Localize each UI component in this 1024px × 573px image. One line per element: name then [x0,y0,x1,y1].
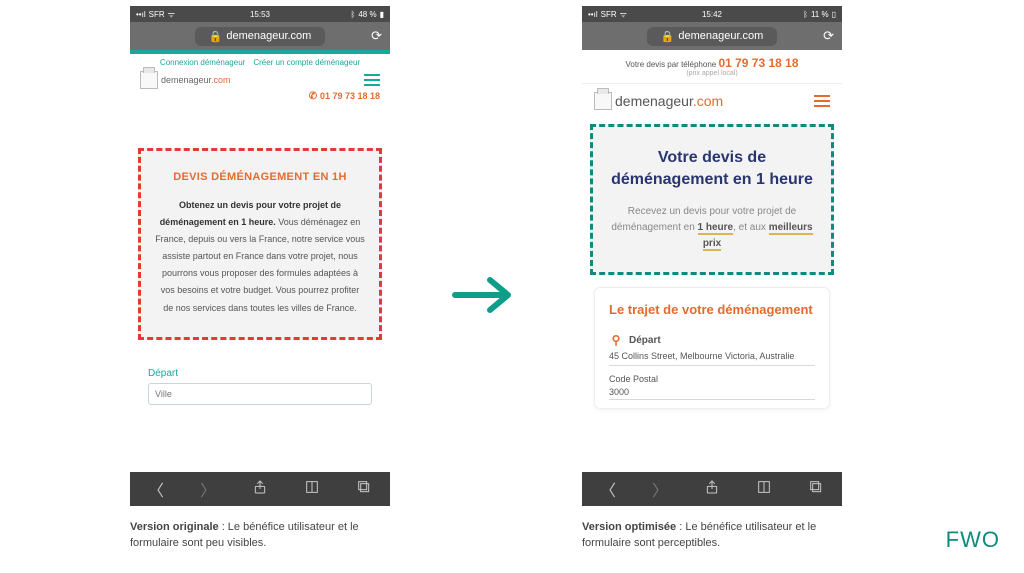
menu-icon[interactable] [364,74,380,86]
signal-icon: ••ıl [136,10,146,19]
departure-form: Départ [130,352,390,405]
signup-link[interactable]: Créer un compte déménageur [253,58,360,67]
carrier: SFR [149,10,165,19]
box-icon [140,71,158,89]
wifi-icon: ᯤ [168,9,175,20]
carrier: SFR [601,10,617,19]
arrow-icon [450,270,520,325]
banner-phone[interactable]: 01 79 73 18 18 [718,56,798,70]
card-title: Le trajet de votre déménagement [609,302,815,319]
depart-label: Départ [148,368,372,379]
forward-icon[interactable]: 〉 [199,477,217,501]
caption-original: Version originale : Le bénéfice utilisat… [130,520,410,552]
login-link[interactable]: Connexion déménageur [160,58,245,67]
battery: 11 % [811,10,829,19]
route-card: Le trajet de votre déménagement ⚲ Départ… [594,287,830,409]
back-icon[interactable]: 〈 [147,477,165,501]
pin-icon: ⚲ [609,333,623,347]
hero-text: Recevez un devis pour votre projet de dé… [609,204,815,252]
clock: 15:53 [206,10,314,19]
phone-original: ••ılSFRᯤ 15:53 ᛒ48 %▮ 🔒demenageur.com ⟳ … [130,6,390,506]
postal-input[interactable]: 3000 [609,387,815,400]
signal-icon: ••ıl [588,10,598,19]
postal-label: Code Postal [609,374,815,384]
tabs-icon[interactable] [807,479,825,500]
logo-text-a: demenageur [615,93,693,109]
bookmarks-icon[interactable] [303,479,321,500]
site-logo[interactable]: demenageur.com [140,71,231,89]
hero-highlight-optimized: Votre devis de déménagement en 1 heure R… [590,124,834,275]
battery: 48 % [358,10,376,19]
hero-text: Obtenez un devis pour votre projet de dé… [155,197,365,317]
bluetooth-icon: ᛒ [351,10,356,19]
back-icon[interactable]: 〈 [599,477,617,501]
hero-title: DEVIS DÉMÉNAGEMENT EN 1H [155,171,365,183]
logo-text-b: .com [211,75,231,85]
share-icon[interactable] [251,479,269,500]
phone-optimized: ••ılSFRᯤ 15:42 ᛒ11 %▯ 🔒demenageur.com ⟳ … [582,6,842,506]
tabs-icon[interactable] [355,479,373,500]
status-bar: ••ılSFRᯤ 15:53 ᛒ48 % ▮ [130,6,390,22]
safari-toolbar: 〈 〉 [130,472,390,506]
depart-label: Départ [629,335,661,346]
phone-number[interactable]: 01 79 73 18 18 [130,91,390,108]
phone-banner: Votre devis par téléphone 01 79 73 18 18… [582,50,842,84]
webpage-content: Connexion déménageur Créer un compte dém… [130,50,390,472]
webpage-content: Votre devis par téléphone 01 79 73 18 18… [582,50,842,472]
bluetooth-icon: ᛒ [803,10,808,19]
bookmarks-icon[interactable] [755,479,773,500]
fwo-logo: FWO [946,527,1000,553]
logo-text-a: demenageur [161,75,211,85]
browser-url-bar[interactable]: 🔒demenageur.com ⟳ [582,22,842,50]
menu-icon[interactable] [814,95,830,107]
page-url: demenageur.com [678,30,763,42]
hero-highlight-original: DEVIS DÉMÉNAGEMENT EN 1H Obtenez un devi… [138,148,382,340]
browser-url-bar[interactable]: 🔒demenageur.com ⟳ [130,22,390,50]
reload-icon[interactable]: ⟳ [371,28,382,44]
share-icon[interactable] [703,479,721,500]
forward-icon[interactable]: 〉 [651,477,669,501]
battery-icon: ▮ [380,10,384,19]
hero-title: Votre devis de déménagement en 1 heure [609,147,815,190]
site-logo[interactable]: demenageur.com [594,92,723,110]
lock-icon: 🔒 [209,30,223,43]
city-input[interactable] [148,383,372,405]
banner-pre: Votre devis par téléphone [625,60,718,69]
address-input[interactable]: 45 Collins Street, Melbourne Victoria, A… [609,351,815,366]
top-links: Connexion déménageur Créer un compte dém… [130,54,390,71]
banner-sub: (prix appel local) [582,70,842,77]
caption-optimized: Version optimisée : Le bénéfice utilisat… [582,520,862,552]
page-url: demenageur.com [226,30,311,42]
lock-icon: 🔒 [661,30,675,43]
wifi-icon: ᯤ [620,9,627,20]
safari-toolbar: 〈 〉 [582,472,842,506]
box-icon [594,92,612,110]
reload-icon[interactable]: ⟳ [823,28,834,44]
battery-icon: ▯ [832,10,836,19]
clock: 15:42 [658,10,766,19]
status-bar: ••ılSFRᯤ 15:42 ᛒ11 %▯ [582,6,842,22]
logo-text-b: .com [693,93,723,109]
